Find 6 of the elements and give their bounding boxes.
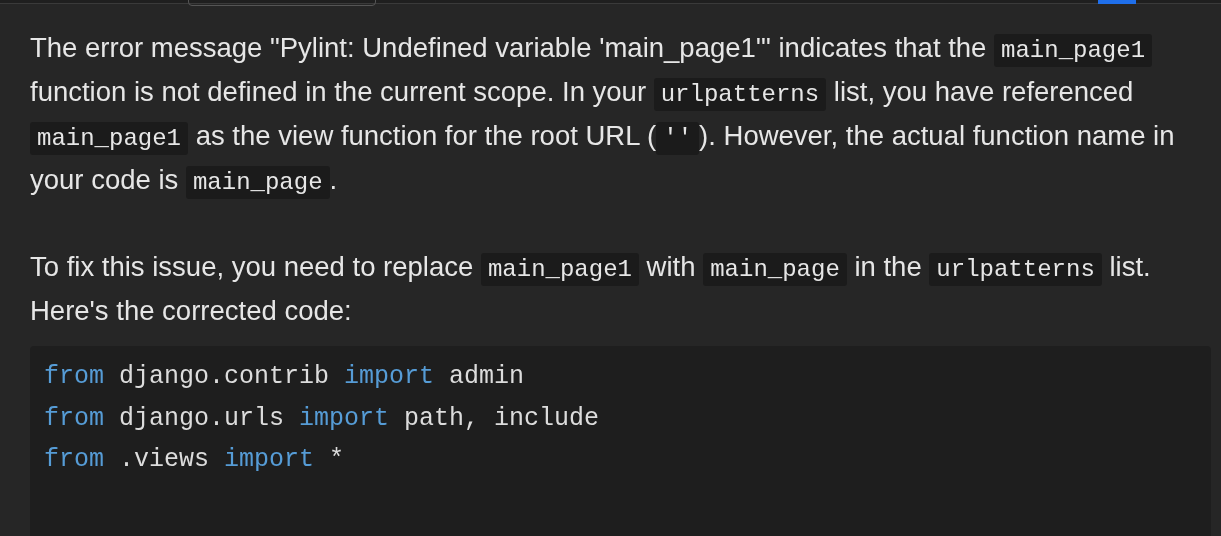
code-line: from django.urls import path, include [44,403,600,433]
code-line: from .views import * [44,445,345,474]
code-line: from django.contrib import admin [44,362,525,391]
message-paragraph: To fix this issue, you need to replace main_page1 with main_page in the urlpatterns list. Here's the corrected code: [30,250,1152,328]
message-paragraph: The error message "Pylint: Undefined variable 'main_page1'" indicates that the main_page1 function is not defined in the current scope. In your urlpatterns list, you have referenced main_page1 as the view function for the root URL ( '' ). However, the actual function name in your code is main_page . [30,26,1211,202]
active-tab-indicator [1098,0,1136,4]
